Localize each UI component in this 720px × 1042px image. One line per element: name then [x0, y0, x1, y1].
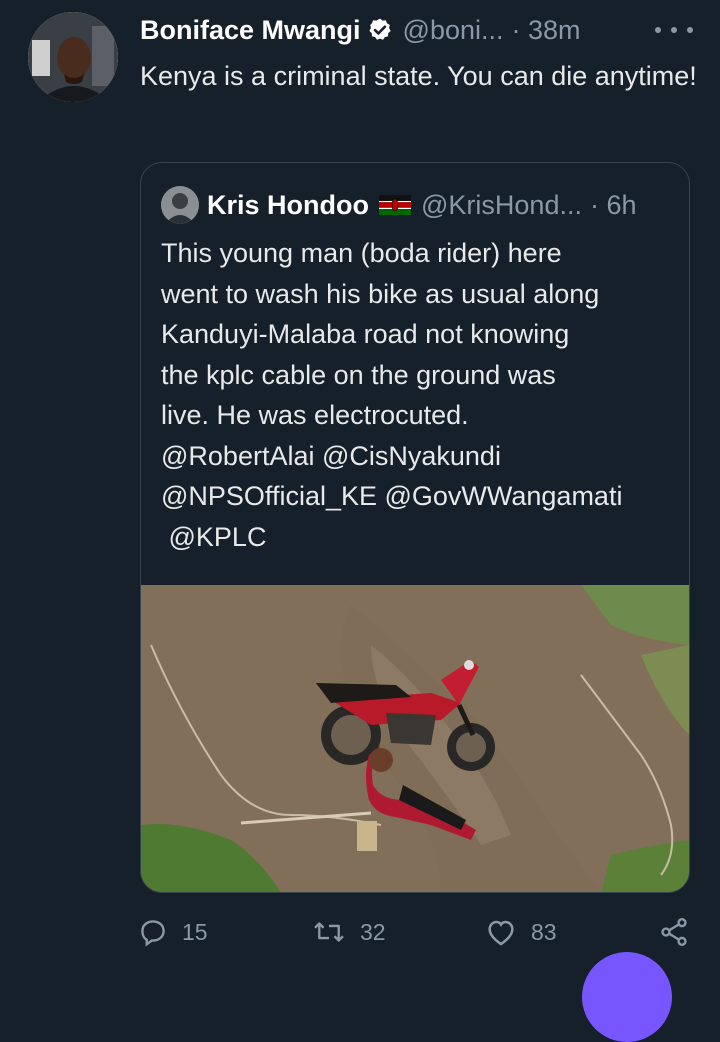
quoted-photo[interactable] — [141, 585, 689, 893]
quoted-author-name[interactable]: Kris Hondoo — [207, 190, 369, 221]
more-options-icon[interactable] — [655, 20, 693, 40]
tweet-actions: 15 32 83 — [0, 912, 720, 952]
quoted-time: · 6h — [589, 189, 637, 220]
retweet-button[interactable]: 32 — [312, 912, 386, 952]
share-button[interactable] — [658, 912, 704, 952]
quoted-text-line: went to wash his bike as usual along — [161, 278, 600, 309]
heart-icon — [488, 920, 514, 946]
reply-count: 15 — [182, 918, 208, 945]
mention-line[interactable]: @KPLC — [161, 517, 681, 558]
reply-button[interactable]: 15 — [138, 912, 208, 952]
like-count: 83 — [531, 918, 557, 945]
quoted-text-line: the kplc cable on the ground was — [161, 359, 556, 390]
tweet-text: Kenya is a criminal state. You can die a… — [140, 61, 697, 91]
quoted-author-handle[interactable]: @KrisHond... — [421, 190, 582, 221]
compose-fab-button[interactable] — [582, 952, 672, 1042]
author-name[interactable]: Boniface Mwangi — [140, 15, 361, 46]
retweet-count: 32 — [360, 918, 386, 945]
share-icon — [661, 918, 687, 946]
mention-line[interactable]: @NPSOfficial_KE @GovWWangamati — [161, 476, 681, 517]
mention-line[interactable]: @RobertAlai @CisNyakundi — [161, 436, 681, 477]
quoted-tweet[interactable]: Kris Hondoo @KrisHond... · 6h This young… — [140, 162, 690, 893]
verified-badge-icon — [368, 18, 391, 40]
like-button[interactable]: 83 — [485, 912, 557, 952]
tweet-time: · 38m — [511, 14, 581, 45]
quoted-text-line: live. He was electrocuted. — [161, 400, 469, 430]
kenya-flag-icon — [379, 195, 411, 215]
retweet-icon — [314, 922, 344, 942]
quoted-text-line: This young man (boda rider) here — [161, 238, 562, 268]
tweet-header: Boniface Mwangi @boni... · 38m — [140, 12, 581, 48]
author-avatar[interactable] — [28, 12, 118, 102]
quoted-header: Kris Hondoo @KrisHond... · 6h — [161, 185, 637, 225]
author-handle[interactable]: @boni... — [403, 15, 504, 46]
quoted-text: This young man (boda rider) here went to… — [161, 233, 681, 557]
quoted-text-line: Kanduyi-Malaba road not knowing — [161, 319, 570, 349]
quoted-author-avatar[interactable] — [161, 186, 199, 224]
reply-icon — [141, 920, 165, 947]
